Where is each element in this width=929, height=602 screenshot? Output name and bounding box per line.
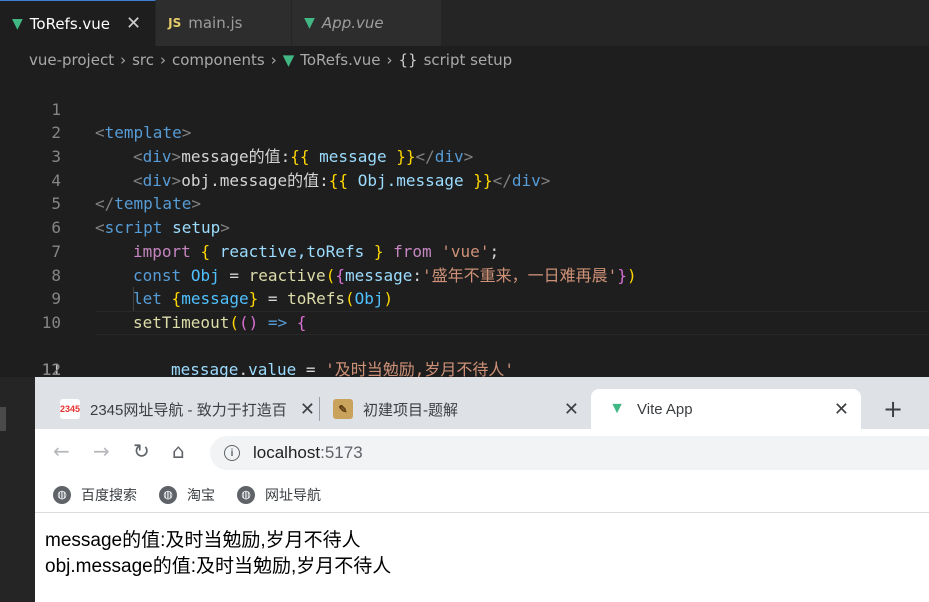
- url-host: localhost: [253, 443, 321, 462]
- back-arrow-icon[interactable]: ←: [53, 439, 70, 463]
- vue-icon: ▼: [609, 400, 625, 417]
- tab-close-holder: ✕: [285, 389, 321, 429]
- message-text: message的值:及时当勉励,岁月不待人: [45, 530, 361, 551]
- vue-icon: ▼: [282, 51, 295, 69]
- code-line: 3 <div>obj.message的值:{{ Obj.message }}</…: [0, 121, 929, 190]
- browser-tab-title: 初建项目-题解: [363, 401, 458, 419]
- browser-tab-vite-app[interactable]: ▼ Vite App ✕: [591, 389, 861, 429]
- bookmark-baidu[interactable]: ◍ 百度搜索: [53, 485, 137, 505]
- obj-message-text: obj.message的值:及时当勉励,岁月不待人: [45, 556, 392, 577]
- scroll-marker: [0, 407, 6, 431]
- current-line-highlight: [95, 310, 929, 335]
- editor-side-strip: [0, 377, 35, 602]
- code-line: 8 let {message} = toRefs(Obj): [0, 240, 929, 309]
- tab-main-js[interactable]: JS main.js: [156, 0, 293, 46]
- bookmark-label: 淘宝: [187, 486, 215, 503]
- bookmark-label: 百度搜索: [81, 486, 137, 503]
- code-line: 2 <div>message的值:{{ message }}</div>: [0, 98, 929, 166]
- reload-icon[interactable]: ↻: [133, 439, 150, 463]
- indent-guide: [133, 287, 134, 311]
- globe-icon: ◍: [53, 485, 71, 504]
- breadcrumb-item[interactable]: ToRefs.vue: [300, 51, 380, 69]
- braces-icon: {}: [398, 51, 418, 69]
- browser-tab-title: Vite App: [637, 400, 693, 418]
- breadcrumb-item[interactable]: components: [172, 51, 265, 69]
- chevron-right-icon: ›: [386, 51, 393, 69]
- home-icon[interactable]: ⌂: [172, 439, 185, 463]
- forward-arrow-icon[interactable]: →: [93, 439, 110, 463]
- code-line: 10 message.value = '及时当勉励,岁月不待人': [0, 287, 929, 379]
- code-editor[interactable]: 1 <template> 2 <div>message的值:{{ message…: [0, 74, 929, 403]
- globe-icon: ◍: [159, 485, 177, 504]
- browser-tab-project[interactable]: ✎ 初建项目-题解 ✕: [323, 389, 591, 429]
- vue-icon: ▼: [12, 15, 23, 32]
- code-line-current: 11 }, 4000);: [0, 310, 929, 403]
- bookmark-taobao[interactable]: ◍ 淘宝: [159, 485, 215, 505]
- code-line: 9 setTimeout(() => {: [0, 264, 929, 332]
- browser-tab-title: 2345网址导航 - 致力于打造百: [90, 401, 287, 419]
- code-line: 5 <script setup>: [0, 169, 929, 237]
- close-icon[interactable]: ✕: [564, 399, 579, 420]
- close-icon[interactable]: ✕: [300, 399, 315, 420]
- chevron-right-icon: ›: [270, 51, 277, 69]
- code-line: 6 import { reactive,toRefs } from 'vue';: [0, 192, 929, 261]
- close-icon[interactable]: ✕: [126, 13, 141, 34]
- code-line: 7 const Obj = reactive({message:'盛年不重来，一…: [0, 216, 929, 285]
- breadcrumb-item[interactable]: src: [132, 51, 154, 69]
- breadcrumb-item[interactable]: vue-project: [29, 51, 114, 69]
- browser-toolbar: ← → ↻ ⌂ i localhost:5173: [35, 429, 929, 477]
- code-line: 4 </template>: [0, 145, 929, 214]
- code-line: 12 </script>: [0, 335, 929, 403]
- tab-label: ToRefs.vue: [29, 14, 111, 33]
- tab-app-vue[interactable]: ▼ App.vue: [292, 0, 443, 46]
- vue-icon: ▼: [304, 15, 315, 31]
- bookmark-label: 网址导航: [265, 486, 321, 503]
- js-icon: JS: [168, 16, 182, 30]
- address-bar[interactable]: i localhost:5173: [210, 436, 929, 470]
- breadcrumb-item[interactable]: script setup: [424, 51, 513, 69]
- info-icon[interactable]: i: [224, 445, 240, 461]
- globe-icon: ◍: [237, 485, 255, 504]
- close-icon[interactable]: ✕: [834, 399, 849, 420]
- browser-tab-strip: 2345 2345网址导航 - 致力于打造百 ✎ 初建项目-题解 ✕ ▼ Vit…: [35, 377, 929, 429]
- editor-tab-bar: ▼ ToRefs.vue ✕ JS main.js ▼ App.vue: [0, 0, 929, 46]
- tab-label: main.js: [188, 14, 243, 32]
- project-icon: ✎: [333, 399, 353, 419]
- url-port: :5173: [320, 443, 363, 462]
- tab-label: App.vue: [321, 14, 384, 32]
- bookmark-nav[interactable]: ◍ 网址导航: [237, 485, 321, 505]
- new-tab-button[interactable]: +: [883, 395, 903, 423]
- browser-tab-2345[interactable]: 2345 2345网址导航 - 致力于打造百: [47, 389, 323, 429]
- browser-window: 2345 2345网址导航 - 致力于打造百 ✎ 初建项目-题解 ✕ ▼ Vit…: [35, 377, 929, 602]
- code-line: 1 <template>: [0, 74, 929, 143]
- breadcrumb: vue-project › src › components › ▼ ToRef…: [0, 46, 929, 74]
- chevron-right-icon: ›: [160, 51, 166, 69]
- tab-torefs-vue[interactable]: ▼ ToRefs.vue ✕: [0, 0, 157, 46]
- page-content: message的值:及时当勉励,岁月不待人 obj.message的值:及时当勉…: [35, 514, 929, 602]
- 2345-logo-icon: 2345: [60, 399, 80, 419]
- bookmarks-bar: ◍ 百度搜索 ◍ 淘宝 ◍ 网址导航: [35, 477, 929, 513]
- chevron-right-icon: ›: [120, 51, 127, 69]
